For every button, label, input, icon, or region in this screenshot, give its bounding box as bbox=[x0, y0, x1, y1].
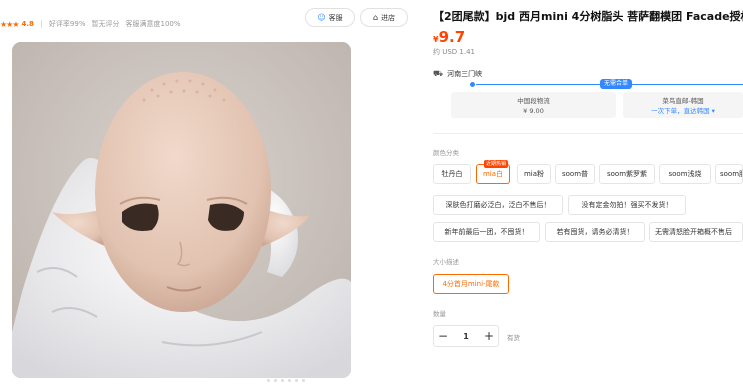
color-option[interactable]: mia粉 bbox=[517, 164, 551, 184]
color-option[interactable]: soom紫罗紫 bbox=[599, 164, 655, 184]
quantity-minus-button[interactable]: − bbox=[433, 326, 453, 346]
customer-service-label: 客服 bbox=[328, 13, 343, 22]
stock-status: 有货 bbox=[507, 334, 520, 342]
shop-icon: ⌂ bbox=[372, 13, 379, 22]
color-option[interactable]: 新年前最后一团，不囤货！ bbox=[433, 222, 540, 242]
section-divider bbox=[433, 133, 743, 134]
rating-score: 4.8 bbox=[21, 20, 34, 28]
left-column: ★★★ 4.8 好评率99% 暂无评分 客服满意度100% ☺ 客服 ⌂ 进店 bbox=[0, 0, 408, 387]
truck-icon: ⛟ bbox=[433, 69, 444, 78]
usd-price: 约 USD 1.41 bbox=[433, 48, 475, 56]
shop-rating-row: ★★★ 4.8 好评率99% 暂无评分 客服满意度100% bbox=[0, 17, 187, 31]
doll-head-illustration bbox=[12, 42, 351, 378]
color-option[interactable]: 牡丹白 bbox=[433, 164, 471, 184]
pagination-dot[interactable] bbox=[274, 379, 277, 382]
china-logistics-box: 中国段物流 ¥ 9.00 bbox=[451, 92, 616, 118]
chat-icon: ☺ bbox=[317, 13, 326, 22]
color-option[interactable]: soom普 bbox=[555, 164, 595, 184]
customer-service-button[interactable]: ☺ 客服 bbox=[305, 8, 355, 27]
size-option-selected[interactable]: 4分首月mini-尾款 bbox=[433, 274, 509, 294]
price-value: 9.7 bbox=[438, 28, 466, 46]
quantity-plus-button[interactable]: + bbox=[479, 326, 499, 346]
image-pagination[interactable] bbox=[267, 379, 305, 382]
korea-logistics-box[interactable]: 菜鸟直邮-韩国 一次下单，直达韩国 ▾ bbox=[623, 92, 743, 118]
product-title: 【2团尾款】bjd 西月mini 4分树脂头 菩萨翻模团 Facade授权 bbox=[433, 10, 743, 23]
quantity-input[interactable]: 1 bbox=[453, 332, 479, 341]
color-option[interactable]: soom浅烧 bbox=[659, 164, 711, 184]
quantity-controls: − 1 + bbox=[433, 325, 499, 347]
color-option[interactable]: 没有定金勿拍！强买不发货！ bbox=[568, 195, 686, 215]
product-price: ¥9.7 bbox=[433, 27, 465, 46]
no-rating: 暂无评分 bbox=[91, 20, 120, 28]
origin-label: 河南三门峡 bbox=[447, 70, 483, 78]
size-section-label: 大小描述 bbox=[433, 258, 459, 266]
pagination-dot[interactable] bbox=[302, 379, 305, 382]
shipping-route: ⛟ 河南三门峡 无需合单 中国段物流 ¥ 9.00 菜鸟直邮-韩国 一次下单，直… bbox=[433, 69, 743, 119]
pagination-dot[interactable] bbox=[267, 379, 270, 382]
product-info-panel: 【2团尾款】bjd 西月mini 4分树脂头 菩萨翻模团 Facade授权 ¥9… bbox=[433, 0, 743, 387]
pagination-dot[interactable] bbox=[288, 379, 291, 382]
color-option[interactable]: 深肤色打磨必泛白，泛白不售后！ bbox=[433, 195, 563, 215]
divider bbox=[40, 20, 42, 28]
korea-logistics-link[interactable]: 一次下单，直达韩国 ▾ bbox=[623, 106, 743, 116]
pagination-dot[interactable] bbox=[281, 379, 284, 382]
no-merge-tag: 无需合单 bbox=[600, 79, 633, 89]
color-option[interactable]: 若有囤货，请务必清货！ bbox=[545, 222, 645, 242]
good-rate: 好评率99% bbox=[48, 20, 86, 28]
product-main-image[interactable] bbox=[12, 42, 351, 378]
quantity-section-label: 数量 bbox=[433, 310, 446, 318]
color-option[interactable]: soom肌 bbox=[715, 164, 743, 184]
color-option[interactable]: 无需清怒脸开箱概不售后 bbox=[649, 222, 743, 242]
color-section-label: 颜色分类 bbox=[433, 149, 459, 157]
route-dot bbox=[469, 81, 476, 88]
enter-shop-label: 进店 bbox=[381, 13, 396, 22]
shipping-origin: ⛟ 河南三门峡 bbox=[433, 69, 482, 79]
enter-shop-button[interactable]: ⌂ 进店 bbox=[360, 8, 408, 27]
china-logistics-price: ¥ 9.00 bbox=[523, 107, 544, 115]
service-satisfaction: 客服满意度100% bbox=[125, 20, 181, 28]
hot-sale-badge: 近期热销 bbox=[484, 160, 509, 168]
korea-logistics-name: 菜鸟直邮-韩国 bbox=[662, 97, 704, 105]
china-logistics-name: 中国段物流 bbox=[517, 97, 550, 105]
pagination-dot[interactable] bbox=[295, 379, 298, 382]
rating-stars-icon: ★★★ bbox=[0, 19, 19, 29]
